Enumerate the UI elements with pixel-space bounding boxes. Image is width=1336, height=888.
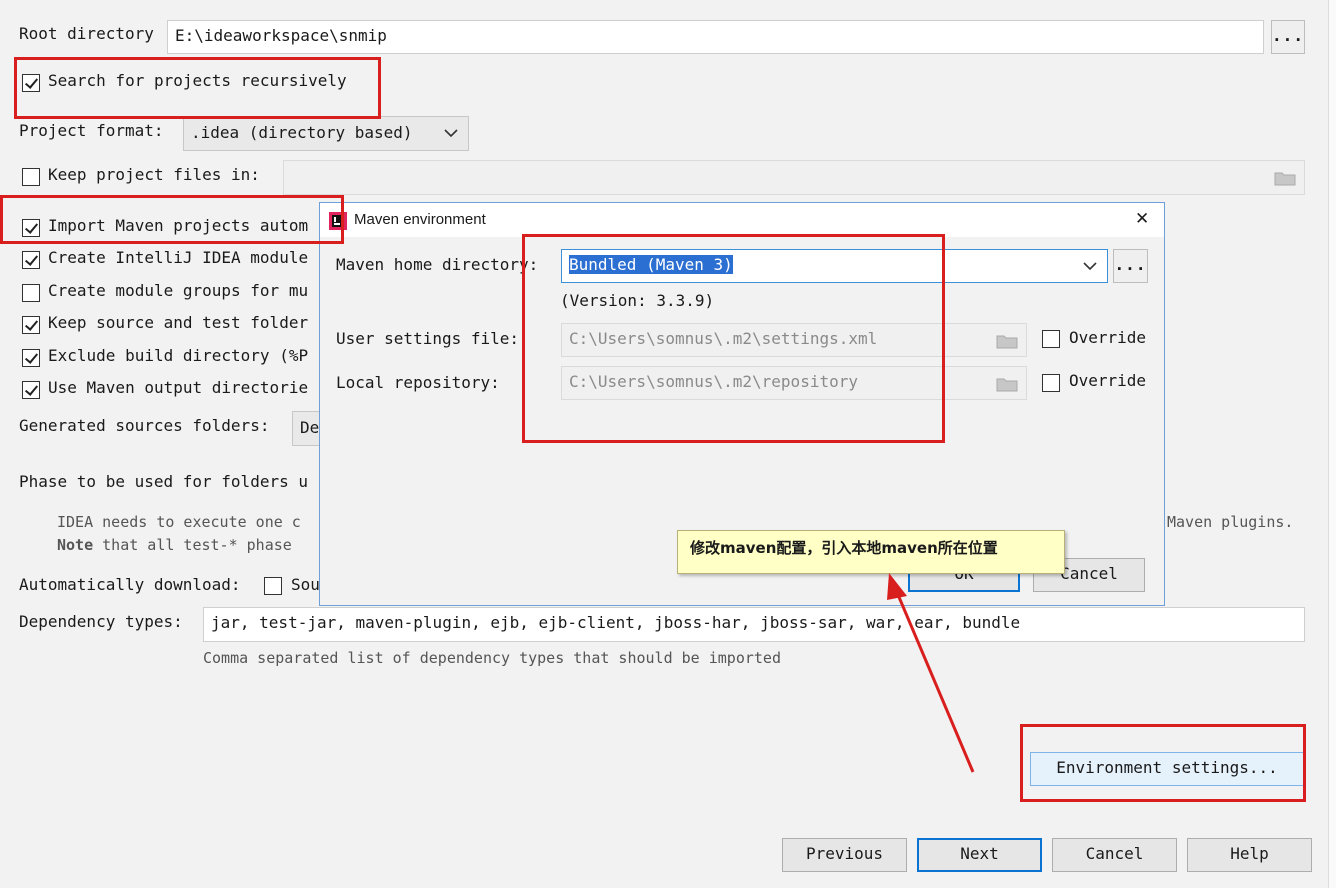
- root-directory-label: Root directory: [19, 24, 154, 43]
- environment-settings-button[interactable]: Environment settings...: [1030, 752, 1304, 786]
- keep-files-checkbox[interactable]: [22, 168, 40, 186]
- dependency-types-hint: Comma separated list of dependency types…: [203, 649, 781, 667]
- next-button[interactable]: Next: [917, 838, 1042, 872]
- maven-home-label: Maven home directory:: [336, 255, 539, 274]
- option-checkbox-import-maven[interactable]: [22, 219, 40, 237]
- option-checkbox-maven-output[interactable]: [22, 381, 40, 399]
- close-icon[interactable]: ✕: [1135, 209, 1149, 229]
- generated-sources-label: Generated sources folders:: [19, 416, 270, 435]
- auto-download-sources-checkbox[interactable]: [264, 577, 282, 595]
- background-window-edge: [1328, 0, 1336, 888]
- option-checkbox-exclude-build[interactable]: [22, 349, 40, 367]
- info-note-bold: Note: [57, 536, 94, 554]
- dialog-title-bar: Maven environment ✕: [320, 203, 1164, 237]
- maven-home-select[interactable]: Bundled (Maven 3): [561, 249, 1108, 283]
- user-settings-value: C:\Users\somnus\.m2\settings.xml: [569, 329, 878, 348]
- user-settings-override-checkbox[interactable]: [1042, 330, 1060, 348]
- keep-files-input: [283, 160, 1305, 195]
- intellij-app-icon: [329, 212, 347, 230]
- keep-files-label: Keep project files in:: [48, 165, 260, 184]
- maven-home-value: Bundled (Maven 3): [569, 255, 733, 274]
- maven-version-text: (Version: 3.3.9): [560, 291, 715, 310]
- root-browse-button[interactable]: ...: [1271, 20, 1305, 54]
- project-format-select[interactable]: .idea (directory based): [183, 116, 469, 151]
- folder-icon[interactable]: [996, 376, 1018, 392]
- local-repository-input: C:\Users\somnus\.m2\repository: [561, 366, 1027, 400]
- previous-button[interactable]: Previous: [782, 838, 907, 872]
- local-repository-label: Local repository:: [336, 373, 500, 392]
- help-button[interactable]: Help: [1187, 838, 1312, 872]
- project-format-value: .idea (directory based): [191, 123, 413, 142]
- dependency-types-label: Dependency types:: [19, 612, 183, 631]
- option-label-keep-source: Keep source and test folder: [48, 313, 309, 332]
- info-line-1: IDEA needs to execute one c: [57, 513, 301, 531]
- search-recursive-checkbox[interactable]: [22, 74, 40, 92]
- dialog-title: Maven environment: [354, 211, 486, 228]
- option-label-create-module: Create IntelliJ IDEA module: [48, 248, 309, 267]
- folder-icon[interactable]: [996, 333, 1018, 349]
- local-repository-value: C:\Users\somnus\.m2\repository: [569, 372, 858, 391]
- annotation-note: 修改maven配置，引入本地maven所在位置: [677, 530, 1065, 574]
- option-label-import-maven: Import Maven projects autom: [48, 216, 309, 235]
- info-line-1-right: Maven plugins.: [1167, 513, 1294, 531]
- user-settings-label: User settings file:: [336, 329, 520, 348]
- auto-download-sources-label: Sou: [291, 575, 320, 594]
- dependency-types-input[interactable]: jar, test-jar, maven-plugin, ejb, ejb-cl…: [203, 607, 1305, 642]
- auto-download-label: Automatically download:: [19, 575, 241, 594]
- user-settings-override-label: Override: [1069, 328, 1147, 347]
- folder-icon: [1274, 172, 1296, 186]
- local-repository-override-label: Override: [1069, 371, 1147, 390]
- chevron-down-icon: [1083, 262, 1097, 271]
- info-line-2: Note that all test-* phase: [57, 536, 292, 554]
- option-checkbox-module-groups[interactable]: [22, 284, 40, 302]
- cancel-button[interactable]: Cancel: [1052, 838, 1177, 872]
- option-label-module-groups: Create module groups for mu: [48, 281, 309, 300]
- search-recursive-label: Search for projects recursively: [48, 71, 347, 90]
- info-line-2-text: that all test-* phase: [93, 536, 292, 554]
- option-label-exclude-build: Exclude build directory (%P: [48, 346, 309, 365]
- local-repository-override-checkbox[interactable]: [1042, 374, 1060, 392]
- root-directory-input[interactable]: E:\ideaworkspace\snmip: [167, 20, 1264, 54]
- option-label-maven-output: Use Maven output directorie: [48, 378, 309, 397]
- option-checkbox-keep-source[interactable]: [22, 316, 40, 334]
- user-settings-input: C:\Users\somnus\.m2\settings.xml: [561, 323, 1027, 357]
- chevron-down-icon: [444, 129, 458, 138]
- option-checkbox-create-module[interactable]: [22, 251, 40, 269]
- project-format-label: Project format:: [19, 121, 164, 140]
- phase-label: Phase to be used for folders u: [19, 472, 308, 491]
- maven-home-browse-button[interactable]: ...: [1113, 249, 1148, 283]
